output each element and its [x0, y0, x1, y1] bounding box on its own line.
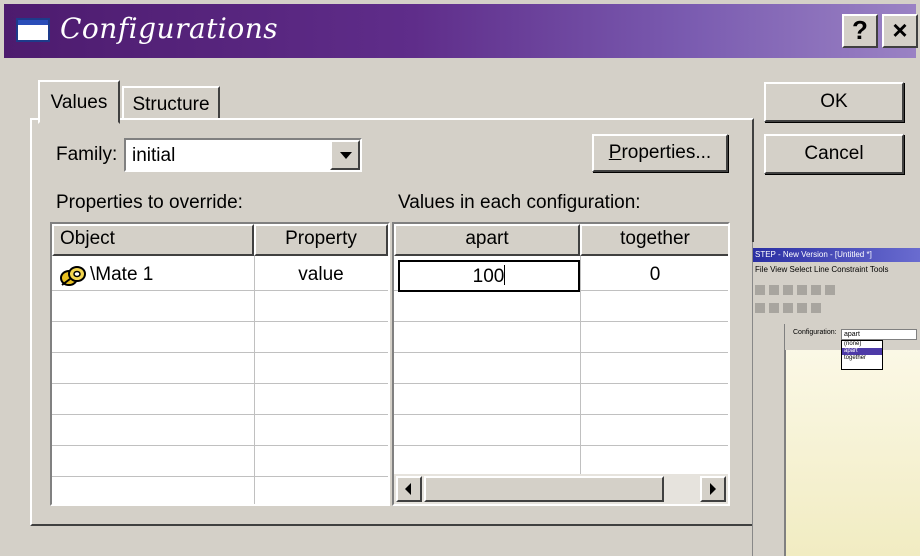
scroll-thumb[interactable]: [424, 476, 664, 502]
family-combo[interactable]: initial: [124, 138, 362, 172]
inset-app-thumbnail: STEP - New Version - [Untitled *] File V…: [752, 242, 920, 556]
column-divider: [580, 256, 581, 504]
horizontal-scrollbar[interactable]: [394, 474, 728, 504]
window-title: Configurations: [60, 12, 279, 45]
column-header-object[interactable]: Object: [52, 224, 254, 256]
thumbnail-menu: File View Select Line Constraint Tools: [755, 265, 889, 274]
object-cell[interactable]: \Mate 1: [90, 264, 153, 286]
override-grid[interactable]: Object Property \Mate 1 value: [50, 222, 390, 506]
tab-structure[interactable]: Structure: [122, 86, 220, 120]
configurations-dialog: Configurations ? × Values Structure Fami…: [0, 0, 920, 556]
help-button[interactable]: ?: [842, 14, 878, 48]
row-divider: [394, 414, 728, 415]
thumbnail-toolbar: [755, 300, 915, 314]
row-divider: [52, 383, 388, 384]
column-header-apart[interactable]: apart: [394, 224, 580, 256]
title-bar[interactable]: Configurations ? ×: [4, 4, 918, 58]
row-divider: [52, 414, 388, 415]
thumbnail-configuration-dropdown: (none) apart together: [841, 340, 883, 370]
properties-button[interactable]: Properties...: [592, 134, 728, 172]
thumbnail-configuration-label: Configuration:: [793, 329, 837, 336]
properties-label-rest: roperties...: [621, 142, 712, 163]
text-caret: [504, 265, 506, 285]
thumbnail-configuration-combo: apart: [841, 329, 917, 340]
apart-value-editor[interactable]: 100: [398, 260, 580, 292]
thumbnail-canvas: [785, 350, 920, 556]
close-button[interactable]: ×: [882, 14, 918, 48]
scroll-right-icon[interactable]: [700, 476, 726, 502]
values-grid[interactable]: apart together 100 0: [392, 222, 730, 506]
row-divider: [52, 476, 388, 477]
column-header-together[interactable]: together: [580, 224, 728, 256]
row-divider: [52, 445, 388, 446]
mate-icon: [60, 266, 86, 286]
row-divider: [52, 290, 388, 291]
row-divider: [52, 352, 388, 353]
thumbnail-dropdown-item-selected: apart: [842, 348, 882, 355]
window-icon: [16, 18, 50, 42]
thumbnail-title: STEP - New Version - [Untitled *]: [753, 248, 920, 262]
property-cell[interactable]: value: [254, 264, 388, 286]
family-label: Family:: [56, 144, 118, 165]
scroll-left-icon[interactable]: [396, 476, 422, 502]
row-divider: [52, 321, 388, 322]
family-value: initial: [132, 145, 176, 166]
column-divider: [254, 256, 255, 504]
chevron-down-icon[interactable]: [330, 140, 360, 170]
row-divider: [394, 383, 728, 384]
thumbnail-dropdown-item: together: [844, 355, 867, 361]
column-header-property[interactable]: Property: [254, 224, 388, 256]
row-divider: [394, 352, 728, 353]
row-divider: [394, 445, 728, 446]
values-label: Values in each configuration:: [398, 192, 641, 213]
tab-values[interactable]: Values: [38, 80, 120, 124]
thumbnail-side-panel: [753, 324, 785, 556]
together-value-cell[interactable]: 0: [580, 264, 728, 286]
values-grid-header: apart together: [394, 224, 728, 256]
properties-to-override-label: Properties to override:: [56, 192, 243, 213]
override-grid-header: Object Property: [52, 224, 388, 256]
cancel-button[interactable]: Cancel: [764, 134, 904, 174]
ok-button[interactable]: OK: [764, 82, 904, 122]
thumbnail-toolbar: [755, 282, 915, 296]
properties-accelerator: P: [608, 142, 622, 163]
thumbnail-dropdown-item: (none): [844, 341, 862, 347]
row-divider: [394, 321, 728, 322]
apart-value: 100: [472, 266, 505, 287]
